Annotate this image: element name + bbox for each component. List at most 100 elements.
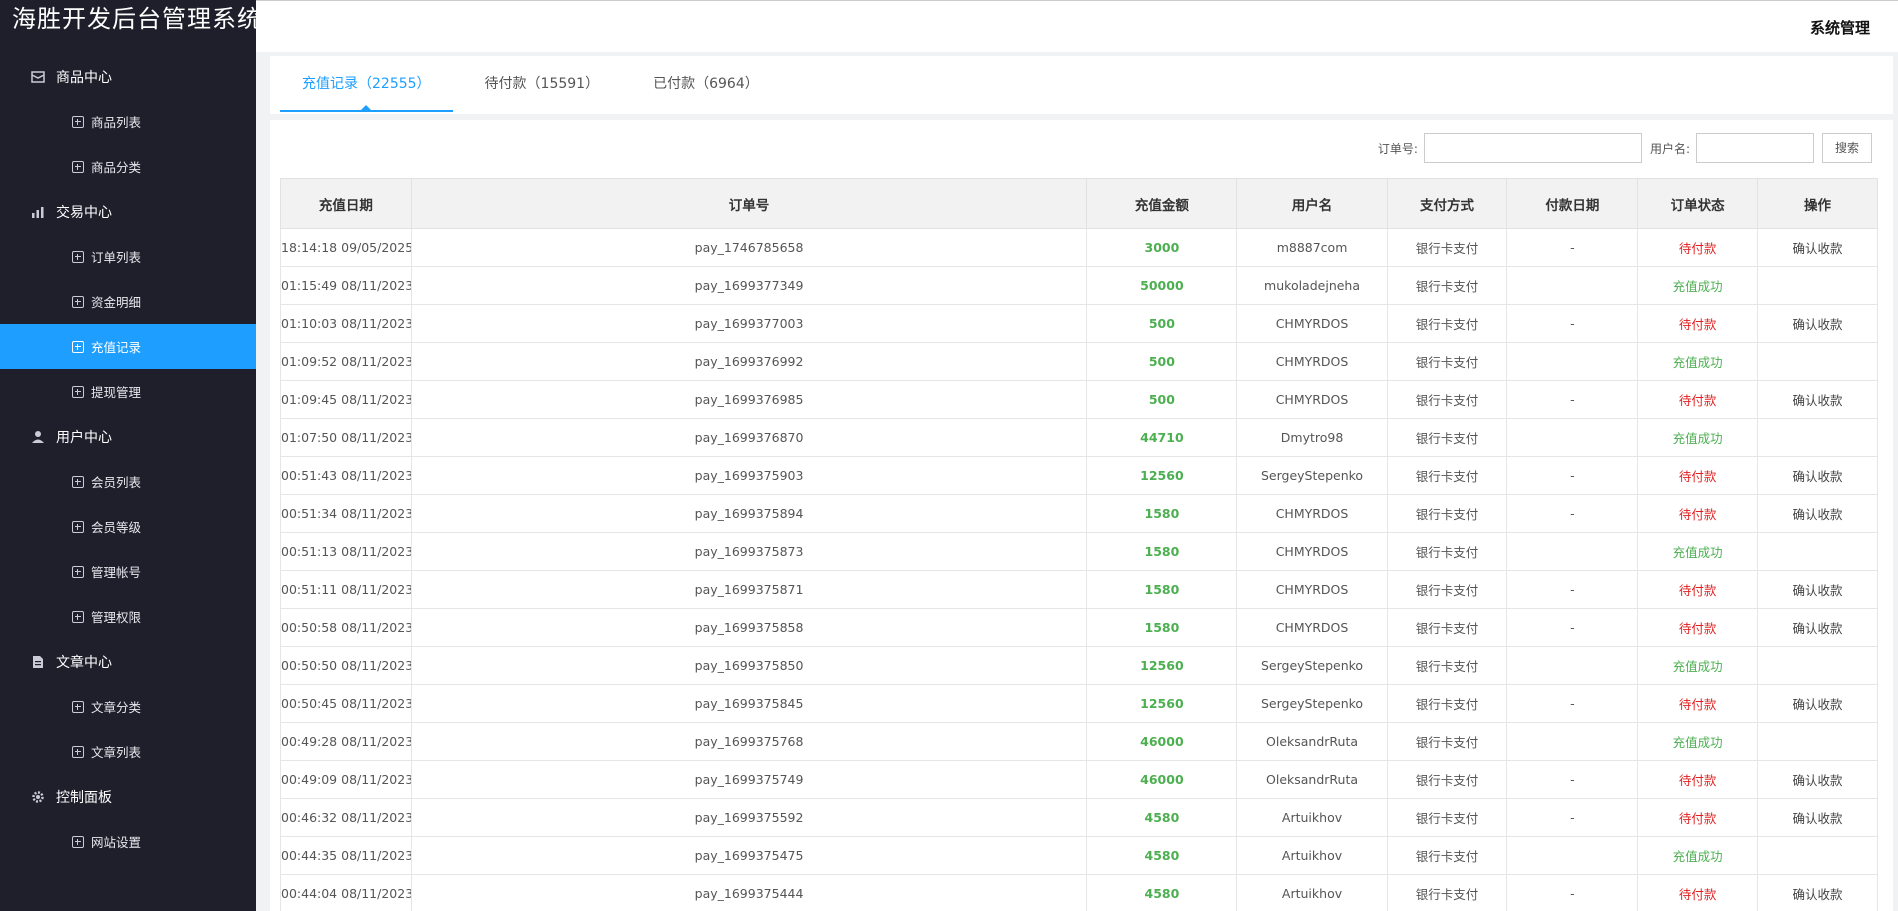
confirm-receipt-link[interactable]: 确认收款 (1757, 570, 1878, 609)
cell-method: 银行卡支付 (1386, 760, 1508, 799)
sidebar-item-label: 商品分类 (91, 160, 142, 175)
cell-date: 00:49:09 08/11/2023 (280, 760, 412, 799)
sidebar-group-label: 控制面板 (56, 789, 112, 806)
cell-paid-date (1506, 722, 1639, 761)
cell-status: 待付款 (1637, 570, 1759, 609)
sidebar-item-label: 提现管理 (91, 385, 142, 400)
sidebar-item-1-0[interactable]: 订单列表 (0, 234, 256, 279)
cell-user: Artuikhov (1236, 798, 1388, 837)
cell-amount: 500 (1086, 304, 1238, 343)
cell-paid-date: - (1506, 798, 1639, 837)
menu-item-icon (72, 160, 84, 173)
cell-user: Artuikhov (1236, 874, 1388, 911)
cell-amount: 12560 (1086, 646, 1238, 685)
cell-date: 00:46:32 08/11/2023 (280, 798, 412, 837)
user-label: 用户名: (1649, 141, 1690, 156)
cell-date: 00:49:28 08/11/2023 (280, 722, 412, 761)
sidebar-group-3[interactable]: 文章中心 (0, 639, 256, 684)
cell-amount: 1580 (1086, 494, 1238, 533)
cell-date: 01:15:49 08/11/2023 (280, 266, 412, 305)
cell-paid-date: - (1506, 760, 1639, 799)
sidebar-item-1-1[interactable]: 资金明细 (0, 279, 256, 324)
sidebar-item-1-2[interactable]: 充值记录 (0, 324, 256, 369)
cell-user: OleksandrRuta (1236, 760, 1388, 799)
table-row: 00:49:28 08/11/2023 pay_1699375768 46000 Ol… (280, 722, 1878, 761)
menu-item-icon (72, 340, 84, 353)
cell-date: 00:51:13 08/11/2023 (280, 532, 412, 571)
cell-method: 银行卡支付 (1386, 532, 1508, 571)
cell-paid-date (1506, 266, 1639, 305)
table-row: 01:07:50 08/11/2023 pay_1699376870 44710 Dm… (280, 418, 1878, 457)
confirm-receipt-link[interactable]: 确认收款 (1757, 456, 1878, 495)
confirm-receipt-link[interactable]: 确认收款 (1757, 494, 1878, 533)
user-input[interactable] (1695, 133, 1814, 163)
cell-order: pay_1746785658 (410, 228, 1088, 267)
column-header: 订单号 (410, 178, 1088, 229)
search-button[interactable]: 搜索 (1821, 133, 1872, 163)
cell-paid-date: - (1506, 380, 1639, 419)
sidebar-group-0[interactable]: 商品中心 (0, 54, 256, 99)
cell-order: pay_1699376992 (410, 342, 1088, 381)
table-row: 00:51:11 08/11/2023 pay_1699375871 1580 CHM… (280, 570, 1878, 609)
cell-order: pay_1699377003 (410, 304, 1088, 343)
confirm-receipt-link[interactable]: 确认收款 (1757, 380, 1878, 419)
cell-status: 待付款 (1637, 684, 1759, 723)
system-menu[interactable]: 系统管理 (1810, 17, 1870, 38)
cell-method: 银行卡支付 (1386, 570, 1508, 609)
confirm-receipt-link[interactable]: 确认收款 (1757, 760, 1878, 799)
cell-date: 00:51:43 08/11/2023 (280, 456, 412, 495)
order-input[interactable] (1423, 133, 1642, 163)
sidebar-item-3-0[interactable]: 文章分类 (0, 684, 256, 729)
confirm-receipt-link (1757, 266, 1878, 305)
table-row: 01:09:45 08/11/2023 pay_1699376985 500 CHMY… (280, 380, 1878, 419)
sidebar-group-2[interactable]: 用户中心 (0, 414, 256, 459)
table-row: 01:09:52 08/11/2023 pay_1699376992 500 CHMY… (280, 342, 1878, 381)
confirm-receipt-link[interactable]: 确认收款 (1757, 228, 1878, 267)
confirm-receipt-link[interactable]: 确认收款 (1757, 304, 1878, 343)
confirm-receipt-link[interactable]: 确认收款 (1757, 874, 1878, 911)
cell-user: OleksandrRuta (1236, 722, 1388, 761)
confirm-receipt-link[interactable]: 确认收款 (1757, 684, 1878, 723)
tab-2[interactable]: 已付款（6964） (631, 56, 781, 112)
sidebar-item-3-1[interactable]: 文章列表 (0, 729, 256, 774)
cell-method: 银行卡支付 (1386, 228, 1508, 267)
table-row: 01:10:03 08/11/2023 pay_1699377003 500 CHMY… (280, 304, 1878, 343)
cell-amount: 46000 (1086, 722, 1238, 761)
sidebar-group-4[interactable]: 控制面板 (0, 774, 256, 819)
cell-date: 00:50:58 08/11/2023 (280, 608, 412, 647)
confirm-receipt-link[interactable]: 确认收款 (1757, 798, 1878, 837)
cell-order: pay_1699375894 (410, 494, 1088, 533)
tab-1[interactable]: 待付款（15591） (463, 56, 622, 112)
cell-status: 充值成功 (1637, 342, 1759, 381)
sidebar-item-0-1[interactable]: 商品分类 (0, 144, 256, 189)
sidebar-item-4-0[interactable]: 网站设置 (0, 819, 256, 864)
menu-item-icon (72, 520, 84, 533)
sidebar-item-label: 管理帐号 (91, 565, 142, 580)
menu-item-icon (72, 835, 84, 848)
table-row: 00:44:04 08/11/2023 pay_1699375444 4580 Art… (280, 874, 1878, 911)
sidebar-item-0-0[interactable]: 商品列表 (0, 99, 256, 144)
sidebar-item-2-1[interactable]: 会员等级 (0, 504, 256, 549)
cell-status: 充值成功 (1637, 646, 1759, 685)
cell-date: 18:14:18 09/05/2025 (280, 228, 412, 267)
table-row: 00:50:50 08/11/2023 pay_1699375850 12560 Se… (280, 646, 1878, 685)
confirm-receipt-link[interactable]: 确认收款 (1757, 608, 1878, 647)
cell-method: 银行卡支付 (1386, 494, 1508, 533)
cell-method: 银行卡支付 (1386, 722, 1508, 761)
sidebar-item-2-0[interactable]: 会员列表 (0, 459, 256, 504)
cell-method: 银行卡支付 (1386, 342, 1508, 381)
confirm-receipt-link (1757, 342, 1878, 381)
cell-paid-date: - (1506, 228, 1639, 267)
sidebar-group-1[interactable]: 交易中心 (0, 189, 256, 234)
sidebar-item-2-2[interactable]: 管理帐号 (0, 549, 256, 594)
sidebar-item-2-3[interactable]: 管理权限 (0, 594, 256, 639)
menu-item-icon (72, 115, 84, 128)
column-header: 支付方式 (1386, 178, 1508, 229)
cell-status: 待付款 (1637, 874, 1759, 911)
tab-0[interactable]: 充值记录（22555） (280, 56, 453, 112)
cell-amount: 3000 (1086, 228, 1238, 267)
sidebar-item-1-3[interactable]: 提现管理 (0, 369, 256, 414)
cell-order: pay_1699375444 (410, 874, 1088, 911)
cell-paid-date (1506, 418, 1639, 457)
confirm-receipt-link (1757, 418, 1878, 457)
